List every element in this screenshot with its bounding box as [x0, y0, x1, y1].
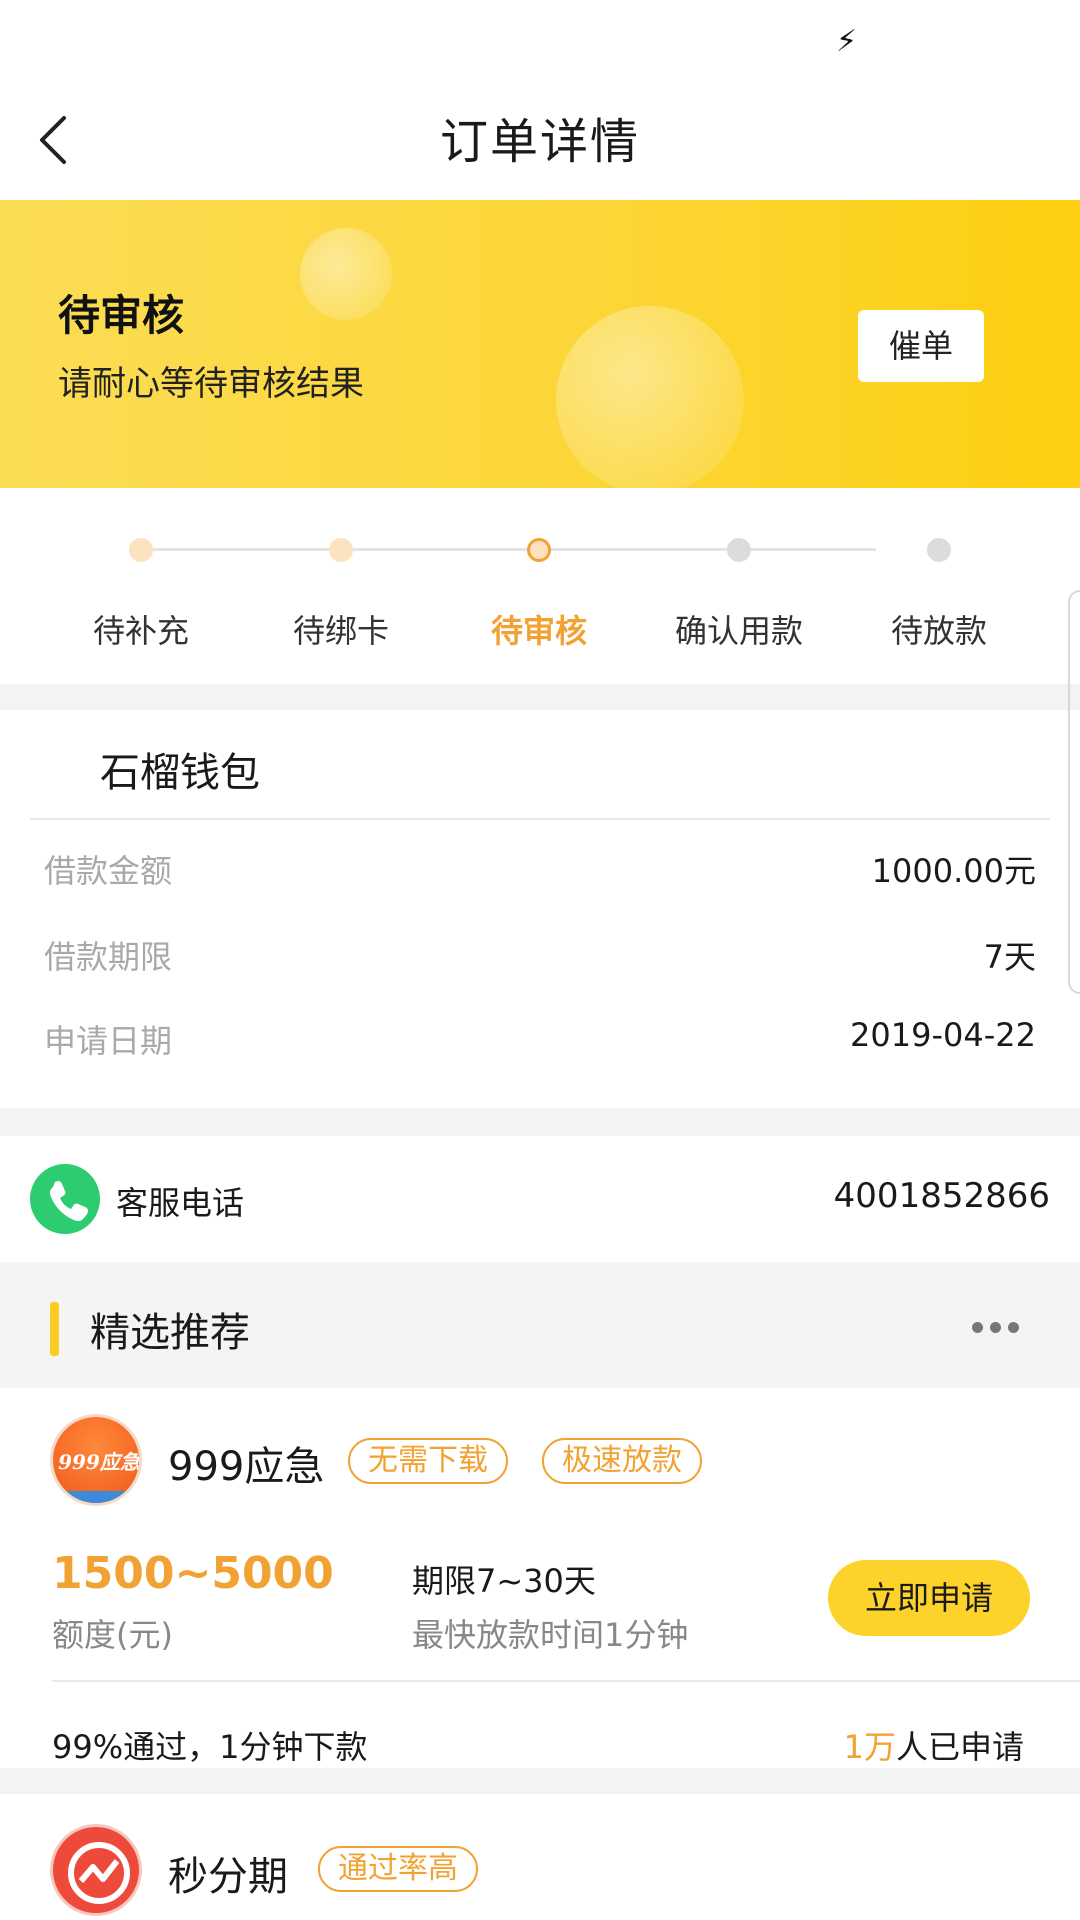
product-name: 999应急 [168, 1444, 325, 1490]
credit-amount-label: 额度(元) [52, 1616, 173, 1654]
divider [52, 1680, 1080, 1682]
product-logo [50, 1824, 142, 1916]
status-banner: 待审核 请耐心等待审核结果 催单 [0, 200, 1080, 488]
nav-bar: 订单详情 [0, 74, 1080, 200]
section-gap [0, 684, 1080, 710]
loan-term-label: 借款期限 [44, 938, 173, 976]
step-label-current: 待审核 [490, 612, 587, 650]
apply-now-button[interactable]: 立即申请 [828, 1560, 1030, 1636]
accent-bar [50, 1302, 59, 1356]
product-tag: 极速放款 [542, 1438, 702, 1484]
order-status: 待审核 [58, 291, 185, 340]
step-dot [329, 538, 353, 562]
step-label: 确认用款 [674, 612, 803, 650]
step-label: 待补充 [92, 612, 189, 650]
decor-bubble [300, 228, 392, 320]
product-tag: 无需下载 [348, 1438, 508, 1484]
floating-panel-edge[interactable] [1068, 590, 1080, 994]
step-dot [727, 538, 751, 562]
apply-date-label: 申请日期 [44, 1022, 173, 1060]
disburse-speed: 最快放款时间1分钟 [412, 1616, 689, 1654]
page-title: 订单详情 [439, 114, 640, 170]
product-card[interactable]: 999应急 999应急 无需下载 极速放款 1500~5000 额度(元) 期限… [0, 1388, 1080, 1768]
step-label: 待放款 [890, 612, 987, 650]
recommend-header: 精选推荐 [0, 1262, 1080, 1388]
loan-term: 期限7~30天 [412, 1562, 596, 1600]
step-dot-current [527, 538, 551, 562]
svg-text:999应急: 999应急 [58, 1450, 140, 1474]
recommend-title: 精选推荐 [90, 1310, 250, 1356]
product-tag: 通过率高 [318, 1846, 478, 1892]
loan-amount-label: 借款金额 [44, 852, 173, 890]
step-label: 待绑卡 [292, 612, 389, 650]
phone-icon [30, 1164, 100, 1234]
hotline-number[interactable]: 4001852866 [834, 1176, 1050, 1216]
section-gap [0, 1108, 1080, 1136]
customer-service-row[interactable]: 客服电话 4001852866 [0, 1136, 1080, 1262]
product-card[interactable]: 秒分期 通过率高 [0, 1794, 1080, 1920]
product-logo: 999应急 [50, 1414, 142, 1506]
order-info-card: 石榴钱包 借款金额 1000.00元 借款期限 7天 申请日期 2019-04-… [0, 710, 1080, 1108]
apply-date-value: 2019-04-22 [850, 1016, 1036, 1054]
status-bar: ⚡ [0, 0, 1080, 74]
loan-term-value: 7天 [983, 938, 1036, 976]
merchant-name: 石榴钱包 [100, 750, 260, 796]
step-dot [927, 538, 951, 562]
pass-rate-text: 99%通过，1分钟下款 [52, 1728, 368, 1766]
applied-count-number: 1万 [843, 1728, 896, 1766]
applied-count-suffix: 人已申请 [895, 1728, 1024, 1766]
step-track [142, 548, 876, 551]
divider [30, 818, 1050, 820]
charging-icon: ⚡ [836, 24, 858, 59]
step-dot [129, 538, 153, 562]
product-name: 秒分期 [168, 1854, 288, 1900]
more-icon[interactable] [972, 1318, 1032, 1334]
progress-steps: 待补充 待绑卡 待审核 确认用款 待放款 [0, 488, 1080, 684]
loan-amount-value: 1000.00元 [871, 852, 1036, 890]
section-gap [0, 1768, 1080, 1794]
applied-count: 1万人已申请 [844, 1722, 1024, 1768]
status-message: 请耐心等待审核结果 [58, 364, 364, 404]
hotline-label: 客服电话 [116, 1184, 245, 1222]
credit-amount: 1500~5000 [52, 1548, 334, 1599]
urge-order-button[interactable]: 催单 [858, 310, 984, 382]
decor-bubble [556, 306, 744, 488]
